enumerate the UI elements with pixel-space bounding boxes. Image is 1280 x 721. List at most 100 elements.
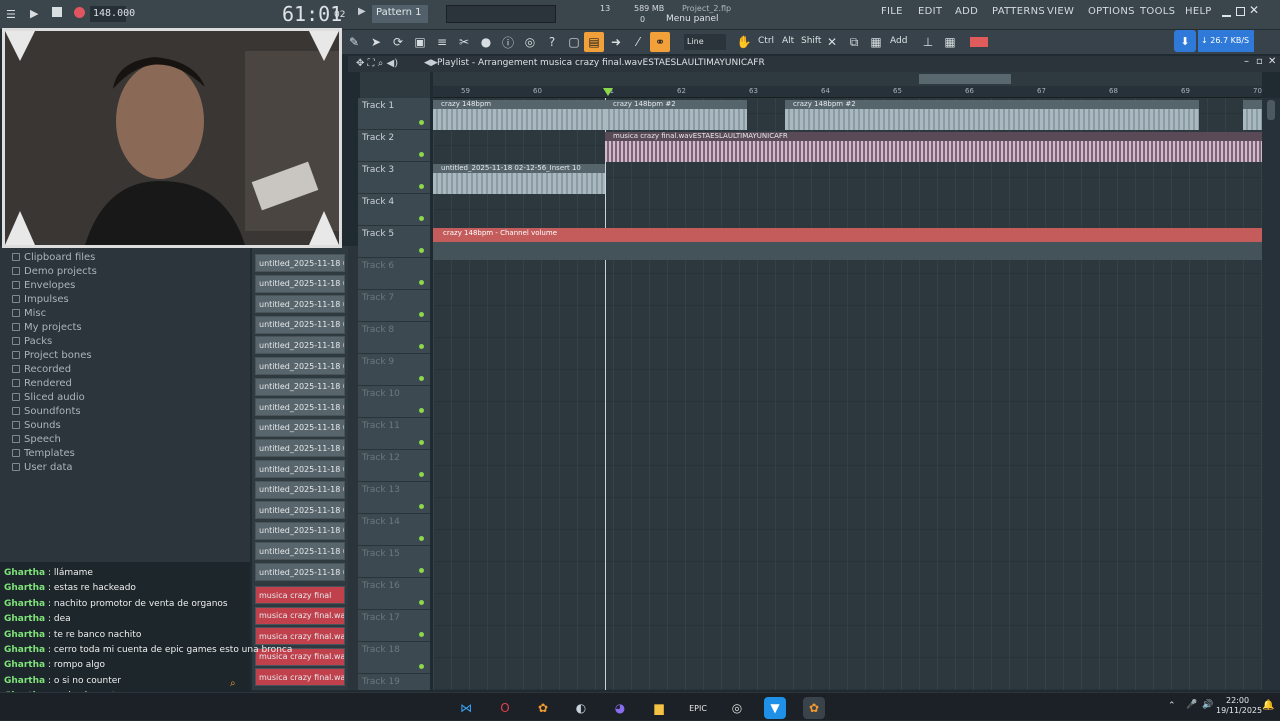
browser-item[interactable]: Templates	[12, 446, 75, 460]
browser-item[interactable]: Sliced audio	[12, 390, 85, 404]
picker-item[interactable]: untitled_2025-11-18 02-	[255, 357, 345, 375]
fl-studio-icon[interactable]: ✿	[532, 697, 554, 719]
volume-icon[interactable]: 🔊	[1202, 700, 1213, 710]
vertical-scrollbar[interactable]	[1262, 98, 1280, 690]
pattern-play-icon[interactable]: ▶	[358, 6, 366, 17]
track-header[interactable]: Track 13	[358, 482, 430, 514]
menu-patterns[interactable]: PATTERNS	[992, 6, 1045, 17]
track-mute-led[interactable]	[419, 376, 424, 381]
picker-item[interactable]: untitled_2025-11-18 02-	[255, 377, 345, 396]
tools-icon[interactable]: ✥ ⛶ ⌕ ◀)	[356, 58, 398, 69]
track-header[interactable]: Track 4	[358, 194, 430, 226]
playlist-maximize-icon[interactable]: ▫	[1256, 56, 1263, 67]
browser-item[interactable]: My projects	[12, 320, 82, 334]
track-mute-led[interactable]	[419, 216, 424, 221]
picker-item-audio[interactable]: musica crazy final.wa	[255, 606, 345, 625]
fl-studio-active-icon[interactable]: ✿	[803, 697, 825, 719]
pencil-icon[interactable]: ✎	[344, 32, 364, 52]
track-mute-led[interactable]	[419, 184, 424, 189]
refresh-icon[interactable]: ⟳	[388, 32, 408, 52]
audio-clip[interactable]: crazy 148bpm #2	[605, 100, 747, 130]
audio-clip[interactable]: crazy 148bpm #2	[785, 100, 1199, 130]
maximize-icon[interactable]	[1236, 7, 1245, 16]
discord-icon[interactable]: ◕	[609, 697, 631, 719]
track-mute-led[interactable]	[419, 248, 424, 253]
track-mute-led[interactable]	[419, 664, 424, 669]
track-header[interactable]: Track 1	[358, 98, 430, 130]
browser-item[interactable]: Misc	[12, 306, 46, 320]
playlist-close-icon[interactable]: ✕	[1268, 56, 1276, 67]
mic-icon[interactable]: 🎤	[1186, 700, 1197, 710]
picker-item[interactable]: untitled_2025-11-18 02-	[255, 336, 345, 355]
picker-item[interactable]: untitled_2025-11-18 02-	[255, 418, 345, 437]
picker-item[interactable]: untitled_2025-11-18 02-	[255, 274, 345, 293]
arrow-right-icon[interactable]: ➜	[606, 32, 626, 52]
menu-add[interactable]: ADD	[955, 6, 978, 17]
link-icon[interactable]: ⚭	[650, 32, 670, 52]
picker-item[interactable]: untitled_2025-11-18 02-	[255, 315, 345, 334]
picker-item[interactable]: untitled_2025-11-18 02-	[255, 501, 345, 520]
pattern-selector[interactable]: Pattern 1	[372, 5, 428, 23]
cut-icon[interactable]: ✂	[454, 32, 474, 52]
tray-chevron-icon[interactable]: ⌃	[1168, 701, 1176, 711]
menu-view[interactable]: VIEW	[1047, 6, 1074, 17]
track-mute-led[interactable]	[419, 344, 424, 349]
menu-edit[interactable]: EDIT	[918, 6, 942, 17]
browser-item[interactable]: Soundfonts	[12, 404, 81, 418]
track-mute-led[interactable]	[419, 120, 424, 125]
knob-icon[interactable]: ⊥	[918, 32, 938, 52]
track-header[interactable]: Track 15	[358, 546, 430, 578]
track-mute-led[interactable]	[419, 312, 424, 317]
globe-icon[interactable]: ◎	[520, 32, 540, 52]
track-mute-led[interactable]	[419, 632, 424, 637]
track-header[interactable]: Track 8	[358, 322, 430, 354]
store-icon[interactable]: ▼	[764, 697, 786, 719]
track-mute-led[interactable]	[419, 536, 424, 541]
track-header[interactable]: Track 9	[358, 354, 430, 386]
overview-bar[interactable]	[433, 72, 1262, 86]
automation-clip[interactable]: crazy 148bpm - Channel volume	[433, 228, 1262, 242]
track-header[interactable]: Track 11	[358, 418, 430, 450]
browser-item[interactable]: Sounds	[12, 418, 61, 432]
track-mute-led[interactable]	[419, 568, 424, 573]
picker-item[interactable]: untitled_2025-11-18 02-	[255, 521, 345, 540]
audio-clip[interactable]: untitled_2025-11-18 02-12-56_Insert 10	[433, 164, 605, 194]
track-header[interactable]: Track 14	[358, 514, 430, 546]
help-icon[interactable]: ?	[542, 32, 562, 52]
arrangement-icon[interactable]: ◀▶	[424, 58, 438, 68]
notification-icon[interactable]: 🔔	[1262, 700, 1274, 711]
track-header[interactable]: Track 12	[358, 450, 430, 482]
beat-icon[interactable]: ▤	[584, 32, 604, 52]
picker-item[interactable]: untitled_2025-11-18 02-	[255, 439, 345, 458]
track-header[interactable]: Track 5	[358, 226, 430, 258]
mixer-icon[interactable]: ≡	[432, 32, 452, 52]
tempo-display[interactable]: 148.000	[90, 6, 135, 22]
epic-games-icon[interactable]: EPIC	[687, 697, 709, 719]
browser-item[interactable]: Impulses	[12, 292, 69, 306]
steam-icon[interactable]: ◐	[570, 697, 592, 719]
track-header[interactable]: Track 10	[358, 386, 430, 418]
audio-clip[interactable]: crazy 148bpm	[433, 100, 605, 130]
folder-icon[interactable]: ▆	[648, 697, 670, 719]
track-header[interactable]: Track 2	[358, 130, 430, 162]
picker-item-audio[interactable]: musica crazy final	[255, 586, 345, 604]
hand-icon[interactable]: ✋	[734, 32, 754, 52]
search-icon[interactable]: ⌕	[230, 678, 236, 689]
timeline-ruler[interactable]: 59 60 61 62 63 64 65 66 67 68 69 70	[433, 86, 1262, 98]
track-header[interactable]: Track 17	[358, 610, 430, 642]
arrangement-grid[interactable]: crazy 148bpm crazy 148bpm #2 crazy 148bp…	[433, 98, 1262, 690]
add-button[interactable]: Add	[890, 36, 907, 46]
picker-item[interactable]: untitled_2025-11-18 02-	[255, 563, 345, 581]
track-header[interactable]: Track 18	[358, 642, 430, 674]
overview-window[interactable]	[919, 74, 1011, 84]
playlist-minimize-icon[interactable]: –	[1244, 56, 1249, 67]
track-mute-led[interactable]	[419, 472, 424, 477]
picker-item[interactable]: untitled_2025-11-18 02-	[255, 398, 345, 417]
menu-tools[interactable]: TOOLS	[1140, 6, 1175, 17]
menu-file[interactable]: FILE	[881, 6, 903, 17]
track-mute-led[interactable]	[419, 408, 424, 413]
vscode-icon[interactable]: ⋈	[455, 697, 477, 719]
browser-item[interactable]: Project bones	[12, 348, 92, 362]
track-header[interactable]: Track 16	[358, 578, 430, 610]
browser-item[interactable]: Packs	[12, 334, 52, 348]
